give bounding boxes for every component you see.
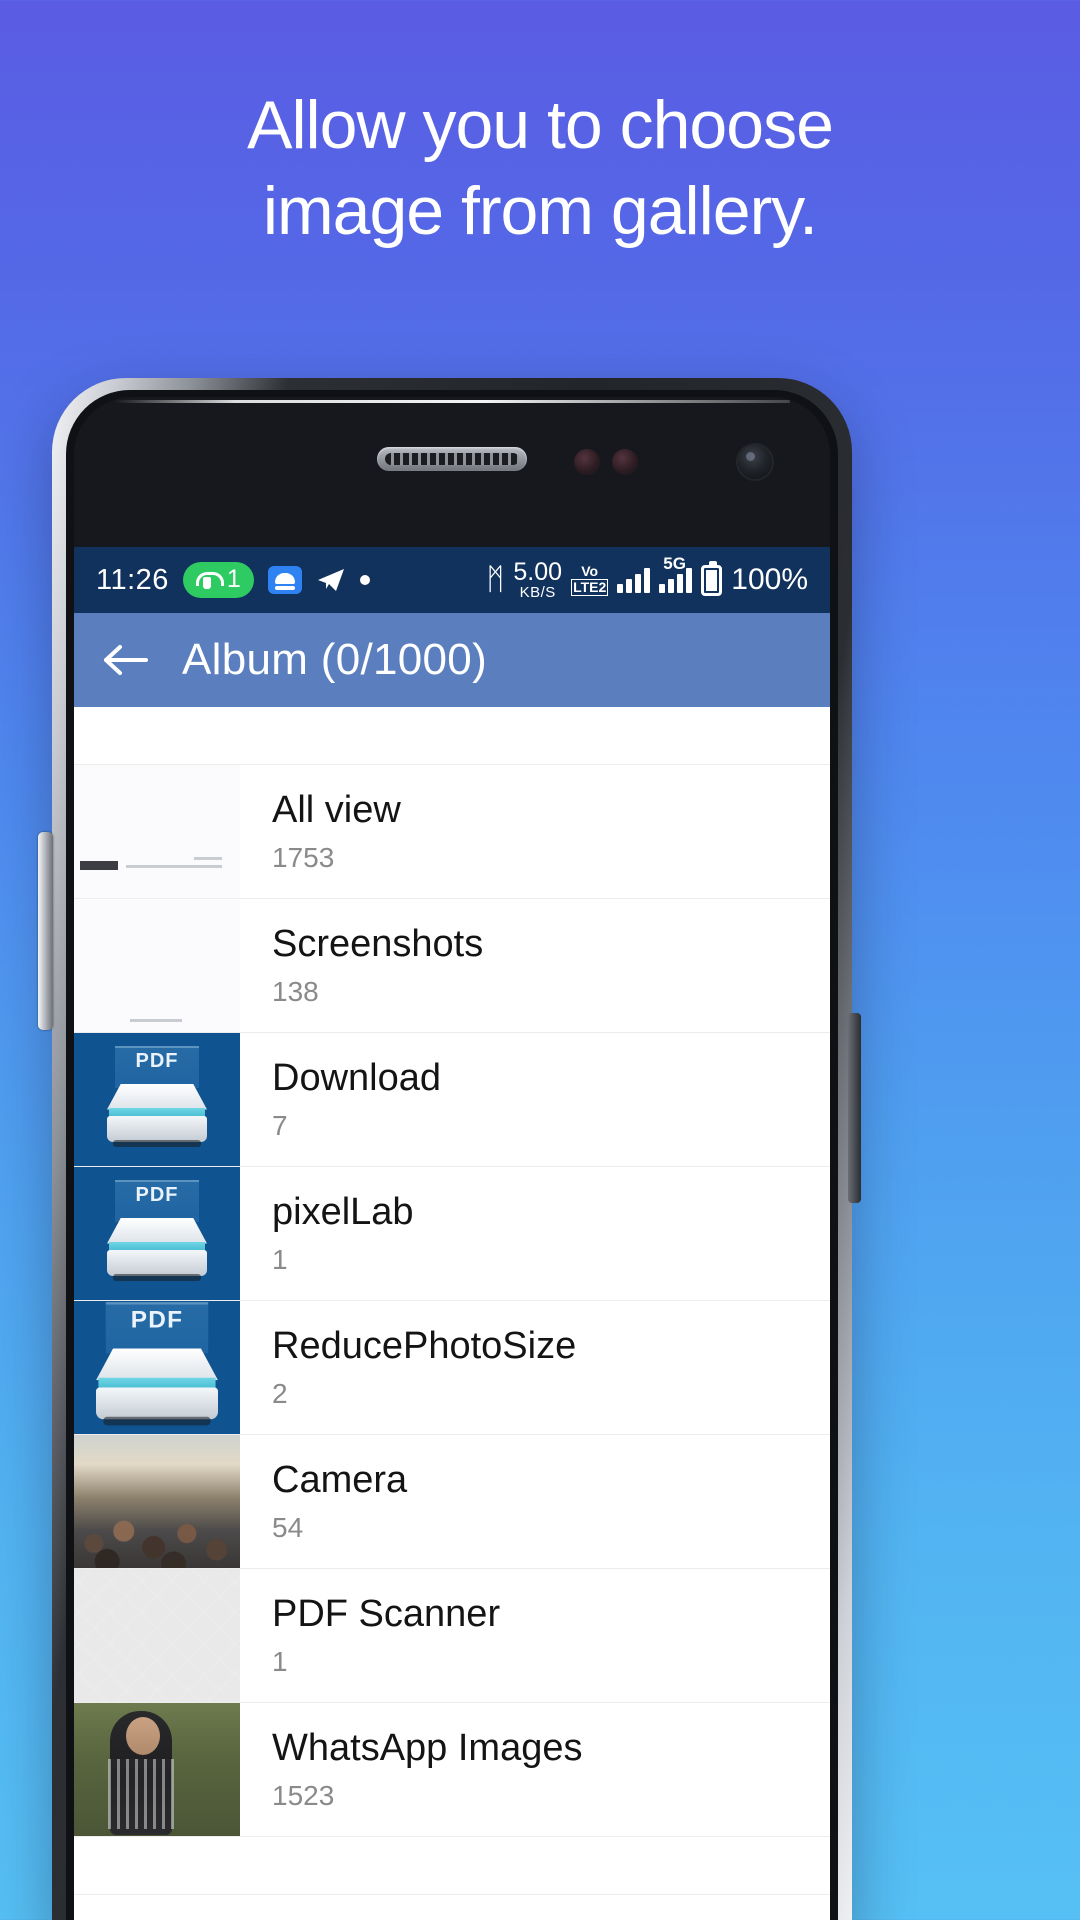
- album-title: WhatsApp Images: [272, 1726, 583, 1769]
- list-item-partial[interactable]: [74, 707, 830, 765]
- earpiece-speaker: [377, 447, 527, 471]
- list-item-all-view[interactable]: All view 1753: [74, 765, 830, 899]
- album-row-text: ReducePhotoSize 2: [240, 1301, 830, 1434]
- album-thumbnail: [74, 1569, 240, 1702]
- android-app-icon: [267, 566, 302, 594]
- album-row-text: WhatsApp Images 1523: [240, 1703, 830, 1836]
- status-bar-right: ᛗ 5.00 KB/S Vo LTE2 5G 100%: [486, 554, 808, 601]
- album-count: 1: [272, 1646, 288, 1678]
- album-title: ReducePhotoSize: [272, 1324, 577, 1367]
- back-button[interactable]: [94, 628, 158, 692]
- album-count: 1753: [272, 842, 335, 874]
- volte-top-label: Vo: [581, 563, 599, 580]
- list-item-screenshots[interactable]: Screenshots 138: [74, 899, 830, 1033]
- album-row-text: Screenshots 138: [240, 899, 830, 1032]
- pdf-label: PDF: [130, 1306, 184, 1334]
- signal-bars-sim2-icon: 5G: [659, 554, 693, 593]
- pdf-scanner-icon: PDF: [103, 1044, 211, 1156]
- album-title: Screenshots: [272, 922, 484, 965]
- album-row-text: Download 7: [240, 1033, 830, 1166]
- light-sensor-icon: [612, 449, 638, 475]
- battery-percent: 100%: [731, 563, 808, 596]
- album-thumbnail: [74, 899, 240, 1032]
- pdf-scanner-icon: PDF: [91, 1301, 223, 1434]
- promo-headline-line1: Allow you to choose: [247, 87, 834, 163]
- list-item-whatsapp-images[interactable]: WhatsApp Images 1523: [74, 1703, 830, 1837]
- device-screen: 11:26 1 ᛗ 5.00 KB/S Vo LTE2 5G 100% Albu…: [74, 547, 830, 1920]
- pdf-scanner-icon: PDF: [103, 1178, 211, 1290]
- dot-icon: [359, 575, 370, 585]
- album-thumbnail: [74, 765, 240, 898]
- album-count: 54: [272, 1512, 304, 1544]
- wifi-hotspot-icon: 1: [182, 562, 254, 598]
- signal-bars-sim1-icon: [617, 567, 651, 593]
- network-speed-unit: KB/S: [519, 584, 556, 601]
- album-thumbnail: [74, 1435, 240, 1568]
- page-title: Album (0/1000): [182, 635, 488, 684]
- album-thumbnail: PDF: [74, 1033, 240, 1166]
- album-row-text: All view 1753: [240, 765, 830, 898]
- list-item-pdf-scanner[interactable]: PDF Scanner 1: [74, 1569, 830, 1703]
- promo-headline: Allow you to choose image from gallery.: [0, 82, 1080, 254]
- network-speed-indicator: 5.00 KB/S: [513, 558, 563, 601]
- album-row-text: pixelLab 1: [240, 1167, 830, 1300]
- album-title: Download: [272, 1056, 441, 1099]
- album-count: 2: [272, 1378, 288, 1410]
- status-bar-left: 11:26 1: [96, 562, 370, 598]
- album-count: 1523: [272, 1780, 335, 1812]
- album-count: 7: [272, 1110, 288, 1142]
- network-speed-value: 5.00: [513, 558, 563, 586]
- phone-mockup: 11:26 1 ᛗ 5.00 KB/S Vo LTE2 5G 100% Albu…: [52, 378, 852, 1920]
- album-title: PDF Scanner: [272, 1592, 501, 1635]
- phone-glass: 11:26 1 ᛗ 5.00 KB/S Vo LTE2 5G 100% Albu…: [74, 397, 830, 1920]
- front-camera-icon: [738, 445, 772, 479]
- album-row-text: PDF Scanner 1: [240, 1569, 830, 1702]
- volte-icon: Vo LTE2: [571, 563, 609, 596]
- pdf-label: PDF: [135, 1183, 179, 1206]
- list-item-camera[interactable]: Camera 54: [74, 1435, 830, 1569]
- status-bar: 11:26 1 ᛗ 5.00 KB/S Vo LTE2 5G 100%: [74, 547, 830, 613]
- album-count: 1: [272, 1244, 288, 1276]
- proximity-sensor-icon: [574, 449, 600, 475]
- bezel-highlight: [114, 400, 790, 403]
- app-bar: Album (0/1000): [74, 613, 830, 707]
- promo-headline-line2: image from gallery.: [262, 173, 818, 249]
- bluetooth-icon: ᛗ: [486, 563, 505, 596]
- pdf-label: PDF: [135, 1049, 179, 1072]
- album-thumbnail: PDF: [74, 1167, 240, 1300]
- album-row-text: Camera 54: [240, 1435, 830, 1568]
- album-count: 138: [272, 976, 319, 1008]
- battery-icon: [701, 560, 723, 596]
- phone-bezel: 11:26 1 ᛗ 5.00 KB/S Vo LTE2 5G 100% Albu…: [66, 390, 838, 1920]
- clock: 11:26: [96, 563, 169, 596]
- list-item-download[interactable]: PDF Download 7: [74, 1033, 830, 1167]
- network-type-label: 5G: [663, 554, 686, 573]
- hotspot-glyph-icon: [194, 569, 224, 591]
- album-title: Camera: [272, 1458, 408, 1501]
- wifi-badge-count: 1: [226, 565, 241, 593]
- power-button[interactable]: [848, 1013, 861, 1203]
- telegram-icon: [316, 566, 346, 594]
- album-title: All view: [272, 788, 401, 831]
- album-list[interactable]: All view 1753 Screenshots 138 PDF Downlo…: [74, 707, 830, 1920]
- list-item-pixellab[interactable]: PDF pixelLab 1: [74, 1167, 830, 1301]
- album-thumbnail: [74, 1703, 240, 1836]
- volume-button[interactable]: [38, 832, 53, 1030]
- list-item-partial-bottom[interactable]: [74, 1837, 830, 1895]
- list-item-reducephotosize[interactable]: PDF ReducePhotoSize 2: [74, 1301, 830, 1435]
- volte-bottom-label: LTE2: [571, 579, 609, 596]
- album-thumbnail: PDF: [74, 1301, 240, 1434]
- album-title: pixelLab: [272, 1190, 414, 1233]
